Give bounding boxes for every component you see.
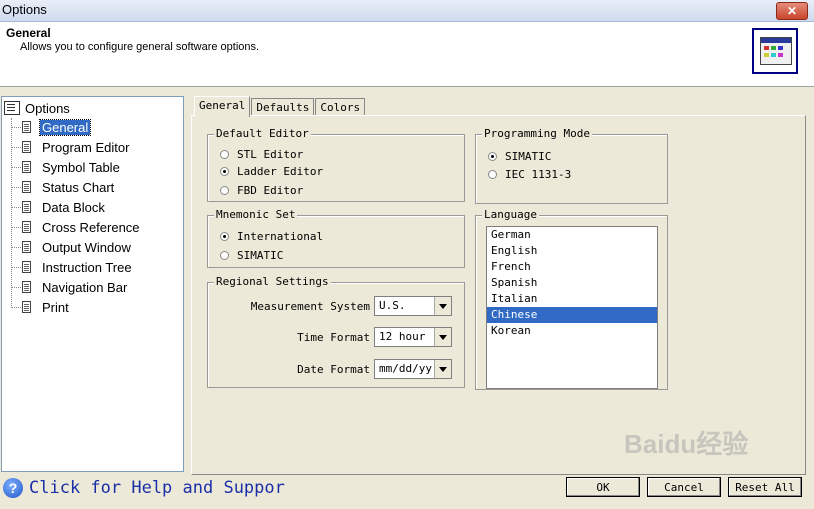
reset-all-button[interactable]: Reset All (728, 477, 802, 497)
cancel-button[interactable]: Cancel (647, 477, 721, 497)
document-icon (22, 281, 31, 293)
programming-mode-label: Programming Mode (482, 127, 592, 140)
tree-item-program-editor[interactable]: Program Editor (11, 139, 131, 155)
radio-icon (220, 186, 229, 195)
radio-checked-icon (220, 232, 229, 241)
tree-item-status-chart[interactable]: Status Chart (11, 179, 116, 195)
radio-ladder-editor[interactable]: Ladder Editor (220, 165, 323, 178)
language-item-spanish[interactable]: Spanish (487, 275, 657, 291)
language-item-chinese[interactable]: Chinese (487, 307, 657, 323)
radio-iec-1131-3[interactable]: IEC 1131-3 (488, 168, 571, 181)
window-title: Options (2, 2, 47, 17)
radio-fbd-editor[interactable]: FBD Editor (220, 184, 303, 197)
tree-item-general[interactable]: General (11, 118, 92, 136)
close-button[interactable]: ✕ (776, 2, 808, 20)
radio-simatic-mode[interactable]: SIMATIC (488, 150, 551, 163)
default-editor-label: Default Editor (214, 127, 311, 140)
chevron-down-icon[interactable] (434, 360, 451, 378)
measurement-system-label: Measurement System (250, 300, 370, 313)
help-question-icon: ? (3, 478, 23, 498)
document-icon (22, 241, 31, 253)
tree-item-data-block[interactable]: Data Block (11, 199, 107, 215)
tree-item-navigation-bar[interactable]: Navigation Bar (11, 279, 129, 295)
language-item-french[interactable]: French (487, 259, 657, 275)
radio-international[interactable]: International (220, 230, 323, 243)
radio-simatic-mnemonic[interactable]: SIMATIC (220, 249, 283, 262)
radio-icon (220, 251, 229, 260)
language-item-italian[interactable]: Italian (487, 291, 657, 307)
options-folder-icon (4, 101, 20, 115)
mnemonic-set-group: Mnemonic Set International SIMATIC (207, 208, 465, 268)
title-bar: Options ✕ (0, 0, 814, 22)
document-icon (22, 221, 31, 233)
chevron-down-icon[interactable] (434, 328, 451, 346)
time-format-label: Time Format (297, 331, 370, 344)
regional-settings-group: Regional Settings Measurement System U.S… (207, 275, 465, 388)
tree-item-print[interactable]: Print (11, 299, 71, 315)
language-item-german[interactable]: German (487, 227, 657, 243)
ok-button[interactable]: OK (566, 477, 640, 497)
help-link[interactable]: ? Click for Help and Suppor (3, 478, 285, 498)
tab-strip: General Defaults Colors (194, 96, 366, 117)
language-item-korean[interactable]: Korean (487, 323, 657, 339)
tree-item-cross-reference[interactable]: Cross Reference (11, 219, 142, 235)
general-tab-panel: Default Editor STL Editor Ladder Editor … (191, 115, 806, 475)
baidu-watermark: Baidu经验 (624, 429, 749, 459)
date-format-label: Date Format (297, 363, 370, 376)
header-panel: General Allows you to configure general … (0, 22, 814, 87)
language-item-english[interactable]: English (487, 243, 657, 259)
header-subtitle: Allows you to configure general software… (20, 41, 260, 53)
document-icon (22, 161, 31, 173)
regional-settings-label: Regional Settings (214, 275, 331, 288)
radio-icon (220, 150, 229, 159)
default-editor-group: Default Editor STL Editor Ladder Editor … (207, 127, 465, 202)
tree-item-instruction-tree[interactable]: Instruction Tree (11, 259, 134, 275)
options-tree[interactable]: Options General Program Editor Symbol Ta… (1, 96, 184, 472)
header-title: General (6, 26, 51, 40)
measurement-system-select[interactable]: U.S. (374, 296, 452, 316)
language-listbox[interactable]: German English French Spanish Italian Ch… (486, 226, 658, 389)
tab-colors[interactable]: Colors (315, 98, 366, 116)
chevron-down-icon[interactable] (434, 297, 451, 315)
document-icon (22, 301, 31, 313)
tree-root-label: Options (25, 100, 70, 116)
tree-item-symbol-table[interactable]: Symbol Table (11, 159, 122, 175)
help-text: Click for Help and Suppor (29, 478, 285, 498)
radio-stl-editor[interactable]: STL Editor (220, 148, 303, 161)
document-icon (22, 201, 31, 213)
document-icon (22, 261, 31, 273)
language-label: Language (482, 208, 539, 221)
time-format-select[interactable]: 12 hour (374, 327, 452, 347)
date-format-select[interactable]: mm/dd/yy (374, 359, 452, 379)
mnemonic-set-label: Mnemonic Set (214, 208, 298, 221)
tab-defaults[interactable]: Defaults (251, 98, 315, 116)
radio-icon (488, 170, 497, 179)
tab-general[interactable]: General (194, 96, 251, 117)
radio-checked-icon (488, 152, 497, 161)
document-icon (22, 181, 31, 193)
tree-item-output-window[interactable]: Output Window (11, 239, 133, 255)
document-icon (22, 141, 31, 153)
language-group: Language German English French Spanish I… (475, 208, 668, 390)
document-icon (22, 121, 31, 133)
options-window-icon (752, 28, 798, 74)
tree-root-options[interactable]: Options (4, 100, 70, 116)
radio-checked-icon (220, 167, 229, 176)
programming-mode-group: Programming Mode SIMATIC IEC 1131-3 (475, 127, 668, 204)
